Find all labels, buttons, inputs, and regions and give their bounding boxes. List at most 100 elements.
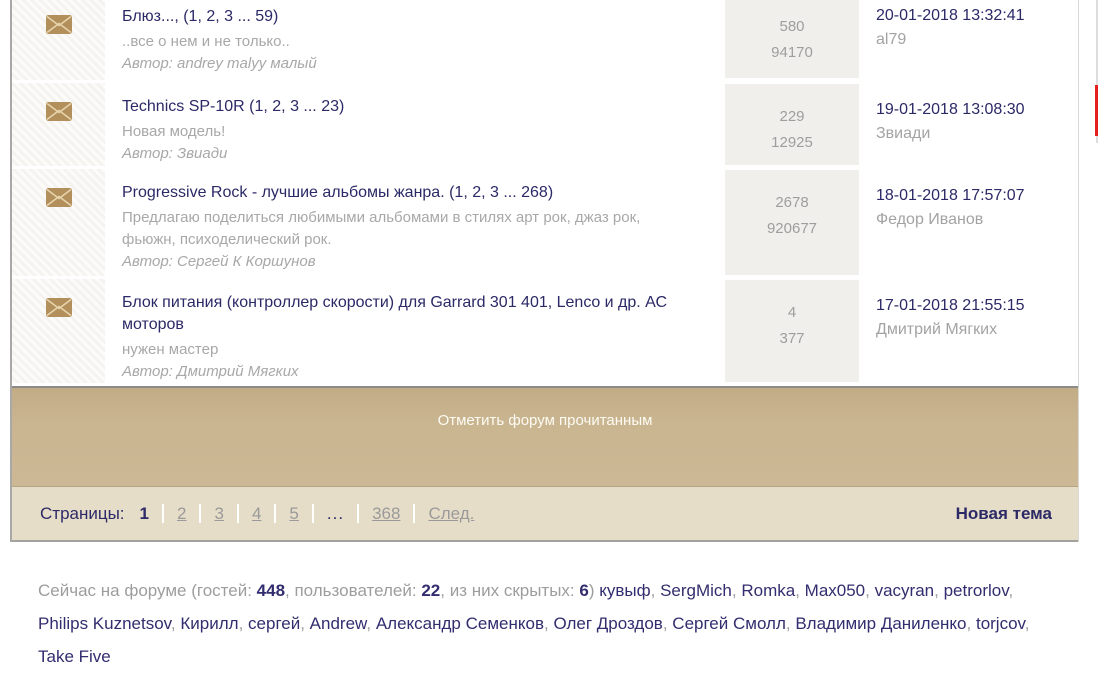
list-separator: , [366, 614, 375, 633]
online-summary-text: Сейчас на форуме (гостей: [38, 581, 257, 600]
list-separator: , [795, 581, 804, 600]
page-divider [357, 504, 359, 523]
replies-count: 2678 [725, 190, 859, 216]
stats-cell: 580 94170 [717, 0, 867, 80]
page-divider [162, 504, 164, 523]
list-separator: , [663, 614, 672, 633]
last-post-cell: 17-01-2018 21:55:15 Дмитрий Мягких [867, 279, 1078, 383]
last-post-cell: 20-01-2018 13:32:41 al79 [867, 0, 1078, 80]
pagination-bar: Страницы: 1 2 3 4 5 ... 368 След. Новая … [12, 487, 1078, 542]
envelope-icon [46, 298, 72, 317]
page-divider [199, 504, 201, 523]
list-separator: , [786, 614, 795, 633]
page-link-4[interactable]: 4 [252, 504, 261, 524]
online-user-link[interactable]: Max050 [805, 581, 865, 600]
topic-title-link[interactable]: Блюз..., (1, 2, 3 ... 59) [122, 6, 693, 28]
last-post-date-link[interactable]: 19-01-2018 13:08:30 [876, 100, 1073, 120]
online-user-link[interactable]: Andrew [310, 614, 367, 633]
guests-count: 448 [257, 581, 285, 600]
online-user-link[interactable]: petrorlov [944, 581, 1009, 600]
topic-description: нужен мастер [122, 339, 693, 361]
page-divider [237, 504, 239, 523]
last-post-cell: 18-01-2018 17:57:07 Федор Иванов [867, 169, 1078, 276]
envelope-icon [46, 15, 72, 34]
online-user-link[interactable]: Владимир Даниленко [795, 614, 966, 633]
topic-description: Предлагаю поделиться любимыми альбомами … [122, 207, 693, 251]
pages-ellipsis: ... [327, 504, 344, 524]
list-separator: , [865, 581, 874, 600]
online-user-link[interactable]: Romka [741, 581, 795, 600]
last-post-author: Звиади [876, 125, 1073, 143]
topic-stats: 2678 920677 [725, 170, 859, 275]
topic-author: Автор: Звиади [122, 143, 693, 165]
online-user-link[interactable]: Олег Дроздов [553, 614, 662, 633]
list-separator: , [934, 581, 943, 600]
list-separator: , [651, 581, 660, 600]
table-row: Progressive Rock - лучшие альбомы жанра.… [12, 169, 1078, 276]
hidden-count: 6 [579, 581, 588, 600]
topic-author: Автор: Сергей К Коршунов [122, 251, 693, 273]
online-user-link[interactable]: SergMich [660, 581, 732, 600]
page-divider [413, 504, 415, 523]
last-post-date-link[interactable]: 17-01-2018 21:55:15 [876, 296, 1073, 316]
last-post-cell: 19-01-2018 13:08:30 Звиади [867, 83, 1078, 166]
pages-label: Страницы: [40, 504, 125, 524]
topic-title-link[interactable]: Блок питания (контроллер скорости) для G… [122, 292, 693, 336]
list-separator: , [1008, 581, 1013, 600]
users-count: 22 [421, 581, 440, 600]
page-link-3[interactable]: 3 [214, 504, 223, 524]
topic-table: Блюз..., (1, 2, 3 ... 59) ..все о нем и … [10, 0, 1079, 542]
last-post-author: Федор Иванов [876, 211, 1073, 229]
envelope-icon [46, 188, 72, 207]
online-user-link[interactable]: torjcov [976, 614, 1025, 633]
online-user-link[interactable]: сергей [248, 614, 300, 633]
replies-count: 4 [725, 300, 859, 326]
online-summary-text: , пользователей: [285, 581, 421, 600]
topic-cell: Progressive Rock - лучшие альбомы жанра.… [105, 169, 717, 276]
page-link-2[interactable]: 2 [177, 504, 186, 524]
topic-icon-cell [12, 169, 105, 276]
views-count: 94170 [725, 40, 859, 66]
online-users-block: Сейчас на форуме (гостей: 448, пользоват… [38, 574, 1050, 673]
stats-cell: 4 377 [717, 279, 867, 383]
topic-description: ..все о нем и не только.. [122, 31, 693, 53]
table-row: Блок питания (контроллер скорости) для G… [12, 279, 1078, 383]
mark-forum-read-button[interactable]: Отметить форум прочитанным [12, 386, 1078, 487]
scrollbar-thumb[interactable] [1095, 85, 1098, 136]
table-row: Блюз..., (1, 2, 3 ... 59) ..все о нем и … [12, 0, 1078, 80]
views-count: 920677 [725, 216, 859, 242]
page-link-5[interactable]: 5 [289, 504, 298, 524]
topic-title-link[interactable]: Progressive Rock - лучшие альбомы жанра.… [122, 182, 693, 204]
online-user-link[interactable]: Philips Kuznetsov [38, 614, 171, 633]
online-user-link[interactable]: Сергей Смолл [672, 614, 786, 633]
list-separator: , [732, 581, 741, 600]
page-divider [274, 504, 276, 523]
list-separator: , [1025, 614, 1030, 633]
topic-stats: 229 12925 [725, 84, 859, 165]
online-user-link[interactable]: кувыф [599, 581, 650, 600]
topic-author: Автор: Дмитрий Мягких [122, 361, 693, 383]
stats-cell: 2678 920677 [717, 169, 867, 276]
topic-title-link[interactable]: Technics SP-10R (1, 2, 3 ... 23) [122, 96, 693, 118]
page-link-last[interactable]: 368 [372, 504, 400, 524]
table-row: Technics SP-10R (1, 2, 3 ... 23) Новая м… [12, 83, 1078, 166]
list-separator: , [171, 614, 180, 633]
online-user-link[interactable]: vacyran [875, 581, 935, 600]
topic-stats: 4 377 [725, 280, 859, 382]
views-count: 377 [725, 326, 859, 352]
last-post-date-link[interactable]: 18-01-2018 17:57:07 [876, 186, 1073, 206]
envelope-icon [46, 102, 72, 121]
new-topic-button[interactable]: Новая тема [956, 504, 1052, 524]
topic-icon-cell [12, 83, 105, 166]
page-divider [312, 504, 314, 523]
online-user-link[interactable]: Take Five [38, 647, 111, 666]
next-page-link[interactable]: След. [428, 504, 474, 524]
replies-count: 229 [725, 104, 859, 130]
last-post-author: Дмитрий Мягких [876, 321, 1073, 339]
list-separator: , [300, 614, 309, 633]
online-user-link[interactable]: Александр Семенков [376, 614, 544, 633]
topic-stats: 580 94170 [725, 0, 859, 78]
last-post-date-link[interactable]: 20-01-2018 13:32:41 [876, 6, 1073, 26]
online-user-link[interactable]: Кирилл [180, 614, 238, 633]
online-summary-text: ) [589, 581, 599, 600]
